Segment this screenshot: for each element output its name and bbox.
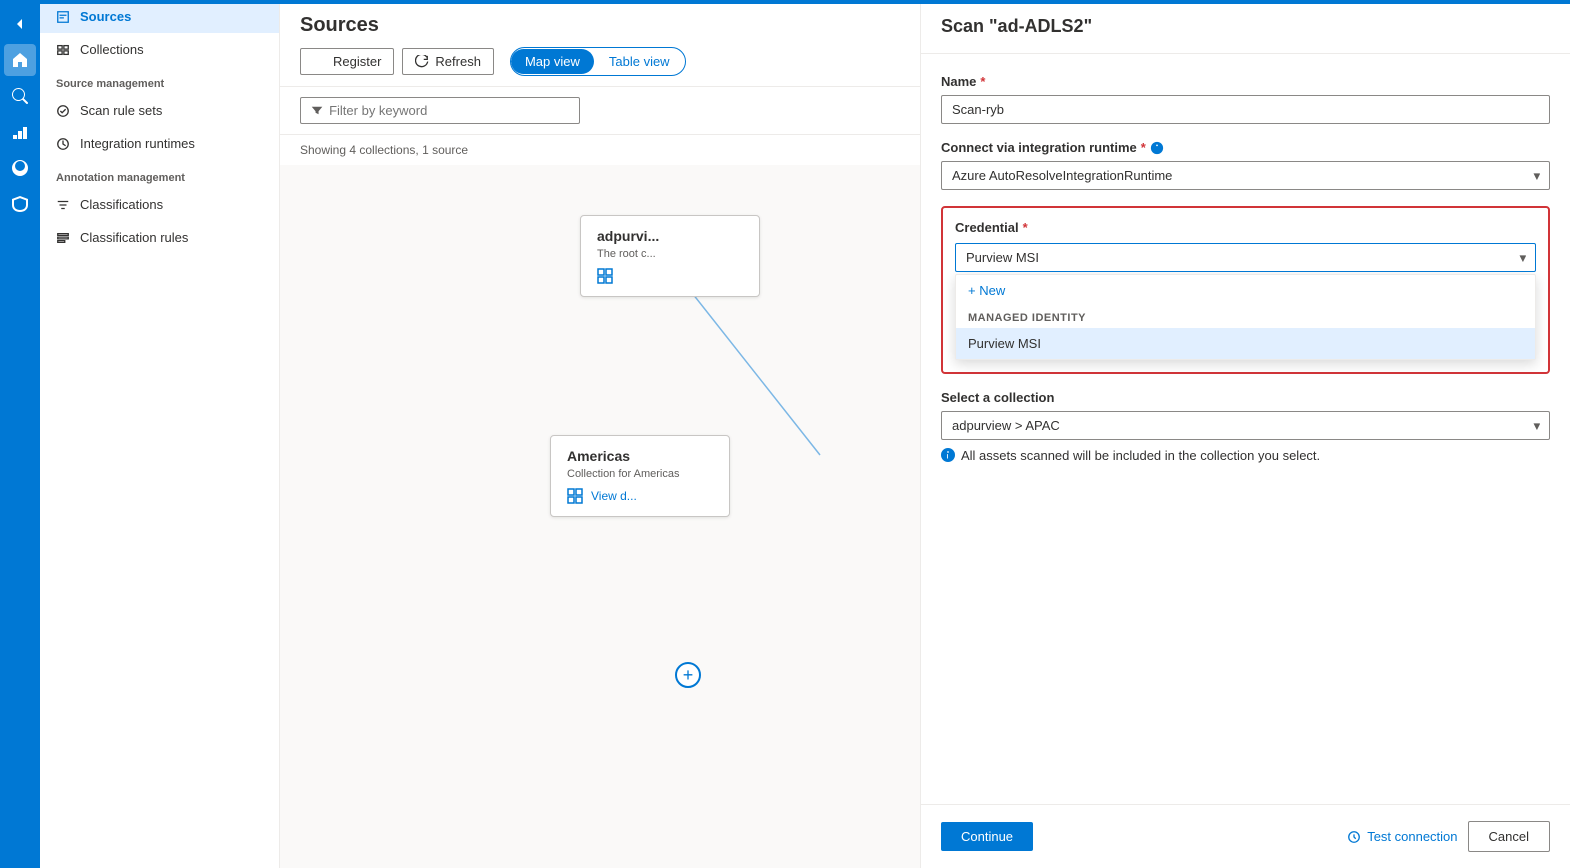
name-label: Name *	[941, 74, 1550, 89]
credential-new-button[interactable]: + New	[956, 275, 1535, 306]
classification-rules-label: Classification rules	[80, 230, 188, 245]
collection-select[interactable]: adpurview > APAC	[941, 411, 1550, 440]
main-content: Sources Register Refresh Map view Table …	[280, 0, 920, 868]
credential-dropdown-menu: + New MANAGED IDENTITY Purview MSI	[955, 274, 1536, 360]
chart-icon[interactable]	[4, 116, 36, 148]
panel-body: Name * Connect via integration runtime *…	[921, 54, 1570, 804]
add-node-button[interactable]: +	[675, 662, 701, 688]
runtime-required: *	[1141, 140, 1146, 155]
page-title: Sources	[300, 14, 900, 37]
source-management-section: Source management	[40, 66, 279, 94]
purview-msi-option[interactable]: Purview MSI	[956, 328, 1535, 359]
search-icon[interactable]	[4, 80, 36, 112]
sidebar-item-sources[interactable]: Sources	[40, 0, 279, 33]
map-area: adpurvi... The root c... Americas Collec…	[280, 165, 920, 868]
sidebar: Sources Collections Source management Sc…	[40, 0, 280, 868]
sidebar-item-collections[interactable]: Collections	[40, 33, 279, 66]
icon-rail	[0, 0, 40, 868]
test-connection-button[interactable]: Test connection	[1347, 829, 1457, 844]
map-icon[interactable]	[4, 152, 36, 184]
runtime-label: Connect via integration runtime *	[941, 140, 1550, 155]
sources-label: Sources	[80, 9, 131, 24]
root-card-title: adpurvi...	[597, 228, 743, 244]
filter-bar	[280, 87, 920, 135]
filter-input-wrapper	[300, 97, 580, 124]
credential-section: Credential * Purview MSI ▾ + New MANAGED…	[941, 206, 1550, 374]
toolbar: Register Refresh Map view Table view	[300, 47, 900, 76]
collection-label: Select a collection	[941, 390, 1550, 405]
name-form-group: Name *	[941, 74, 1550, 124]
collection-select-wrapper: adpurview > APAC ▾	[941, 411, 1550, 440]
integration-runtimes-label: Integration runtimes	[80, 136, 195, 151]
info-icon	[1150, 141, 1164, 155]
policy-icon[interactable]	[4, 188, 36, 220]
collection-info-text: All assets scanned will be included in t…	[941, 448, 1550, 463]
runtime-select[interactable]: Azure AutoResolveIntegrationRuntime	[941, 161, 1550, 190]
main-header: Sources Register Refresh Map view Table …	[280, 0, 920, 87]
americas-collection-card: Americas Collection for Americas View d.…	[550, 435, 730, 517]
classifications-label: Classifications	[80, 197, 163, 212]
americas-card-title: Americas	[567, 448, 713, 464]
refresh-button[interactable]: Refresh	[402, 48, 494, 75]
root-collection-card: adpurvi... The root c...	[580, 215, 760, 297]
credential-label: Credential *	[955, 220, 1536, 235]
collections-label: Collections	[80, 42, 144, 57]
scan-rule-sets-label: Scan rule sets	[80, 103, 162, 118]
right-panel: Scan "ad-ADLS2" Name * Connect via integ…	[920, 0, 1570, 868]
grid-icon-americas	[567, 488, 583, 504]
panel-title: Scan "ad-ADLS2"	[921, 0, 1570, 54]
grid-icon	[597, 268, 613, 284]
americas-card-icons: View d...	[567, 488, 713, 504]
collection-form-group: Select a collection adpurview > APAC ▾ A…	[941, 390, 1550, 463]
panel-footer-right: Test connection Cancel	[1347, 821, 1550, 852]
sidebar-item-integration-runtimes[interactable]: Integration runtimes	[40, 127, 279, 160]
filter-icon	[311, 104, 323, 117]
annotation-management-section: Annotation management	[40, 160, 279, 188]
panel-footer: Continue Test connection Cancel	[921, 804, 1570, 868]
root-card-subtitle: The root c...	[597, 248, 743, 260]
showing-text: Showing 4 collections, 1 source	[280, 135, 920, 165]
chevron-left-icon[interactable]	[4, 8, 36, 40]
sidebar-item-classifications[interactable]: Classifications	[40, 188, 279, 221]
name-required: *	[980, 74, 985, 89]
home-icon[interactable]	[4, 44, 36, 76]
info-circle-icon	[941, 448, 955, 462]
credential-select[interactable]: Purview MSI	[955, 243, 1536, 272]
sidebar-item-scan-rule-sets[interactable]: Scan rule sets	[40, 94, 279, 127]
cancel-button[interactable]: Cancel	[1468, 821, 1550, 852]
filter-keyword-input[interactable]	[329, 103, 569, 118]
runtime-select-wrapper: Azure AutoResolveIntegrationRuntime ▾	[941, 161, 1550, 190]
credential-select-wrapper: Purview MSI ▾	[955, 243, 1536, 272]
register-button[interactable]: Register	[300, 48, 394, 75]
view-detail-link[interactable]: View d...	[591, 489, 637, 503]
continue-button[interactable]: Continue	[941, 822, 1033, 851]
table-view-button[interactable]: Table view	[594, 48, 685, 75]
view-toggle: Map view Table view	[510, 47, 686, 76]
map-view-button[interactable]: Map view	[511, 49, 594, 74]
credential-required: *	[1023, 220, 1028, 235]
sidebar-item-classification-rules[interactable]: Classification rules	[40, 221, 279, 254]
root-card-icons	[597, 268, 743, 284]
name-input[interactable]	[941, 95, 1550, 124]
managed-identity-header: MANAGED IDENTITY	[956, 306, 1535, 328]
test-connection-icon	[1347, 830, 1361, 844]
top-bar	[0, 0, 1570, 4]
runtime-form-group: Connect via integration runtime * Azure …	[941, 140, 1550, 190]
americas-card-subtitle: Collection for Americas	[567, 468, 713, 480]
